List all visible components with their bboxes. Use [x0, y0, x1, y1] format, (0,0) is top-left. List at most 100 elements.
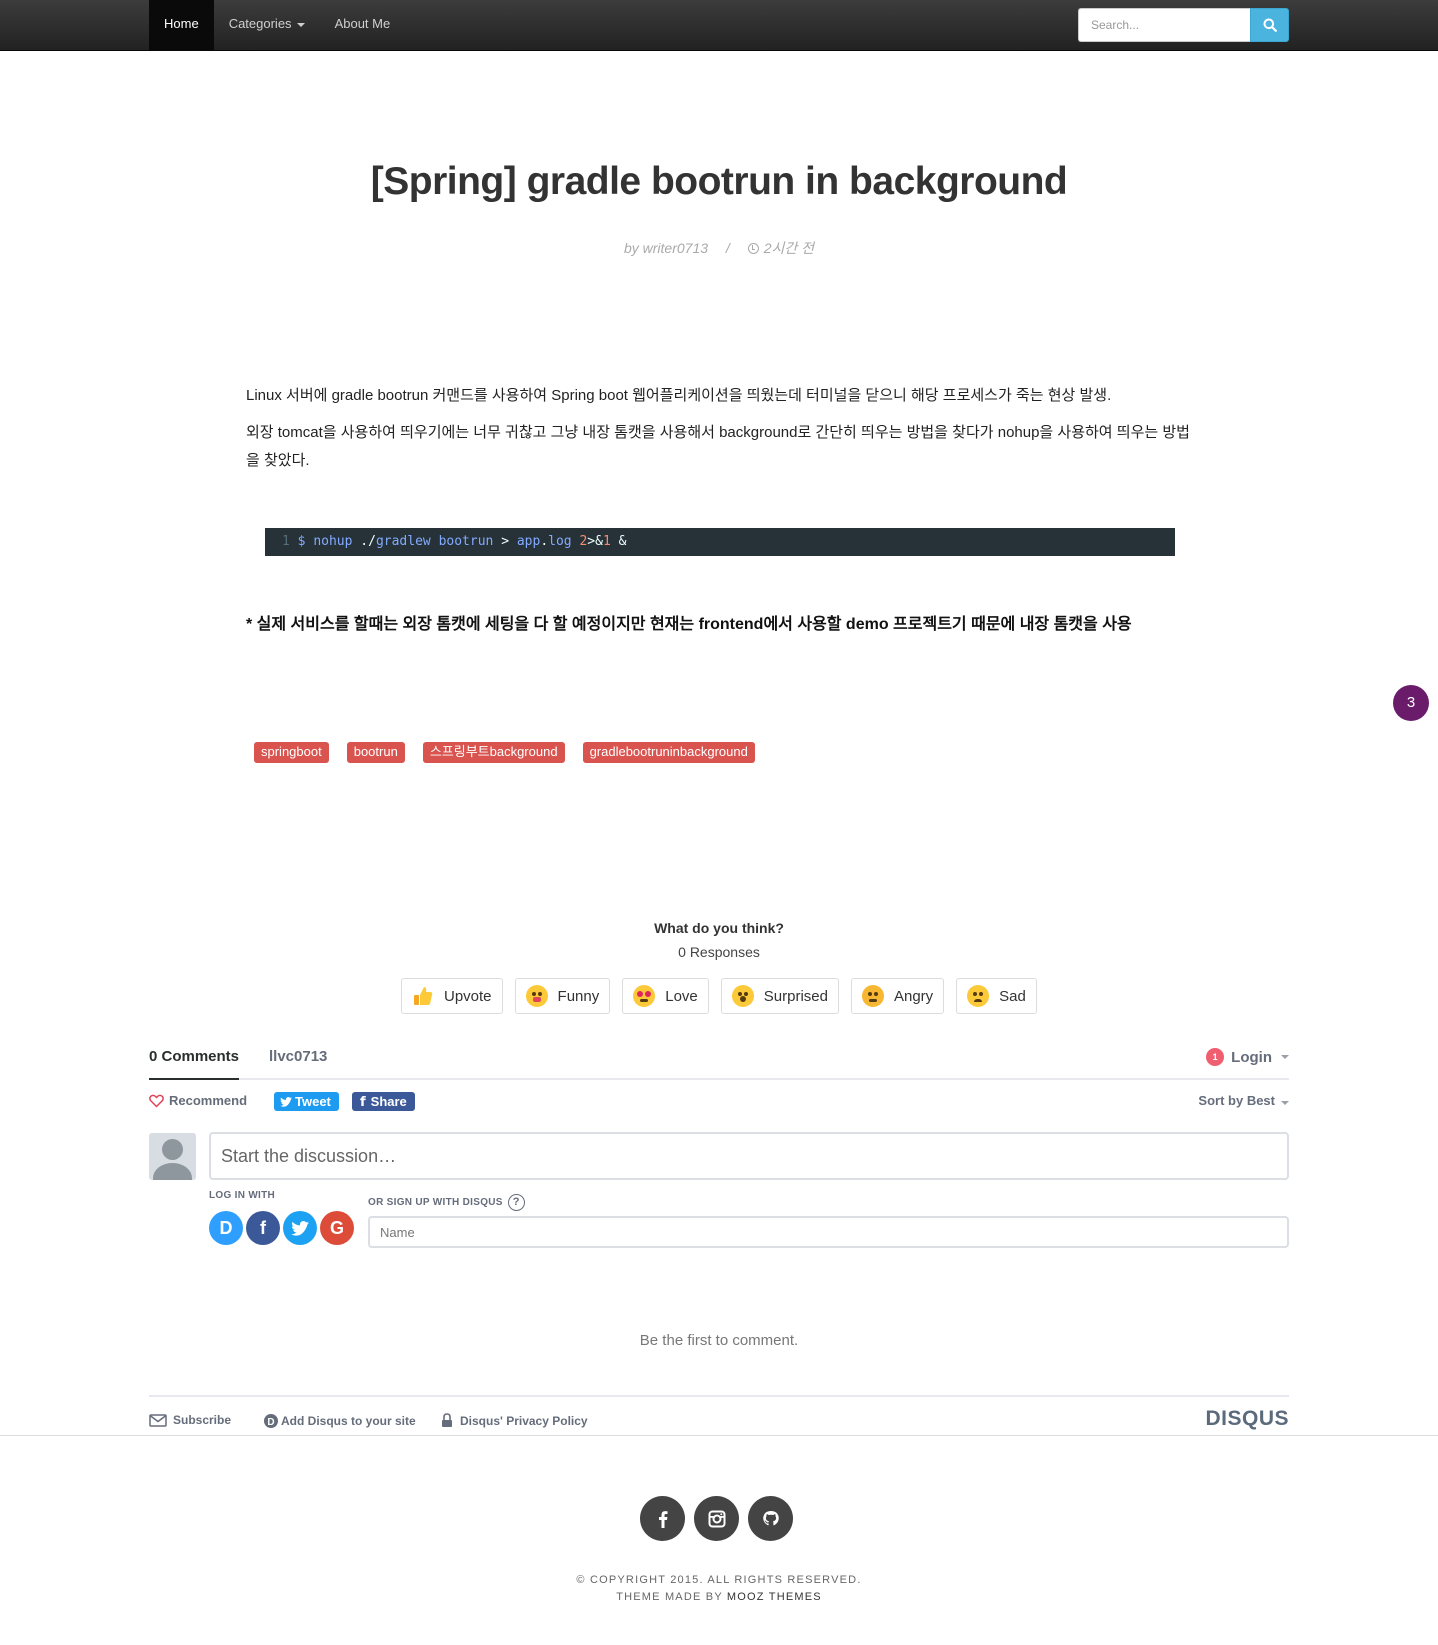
- code-token: $: [297, 534, 306, 549]
- code-token: .: [540, 534, 549, 549]
- tag-springboot[interactable]: springboot: [254, 742, 329, 763]
- floating-count-badge[interactable]: 3: [1393, 685, 1429, 721]
- chevron-down-icon: [1281, 1101, 1289, 1105]
- nav-categories-label: Categories: [228, 16, 292, 31]
- privacy-label: Disqus' Privacy Policy: [460, 1413, 588, 1428]
- add-disqus-link[interactable]: D Add Disqus to your site: [263, 1413, 416, 1429]
- lock-icon: [442, 1413, 452, 1427]
- facebook-icon: f: [260, 1217, 266, 1238]
- tongue-face-icon: [525, 985, 548, 1007]
- reactions-bar: Upvote Funny Love Surprised Angry Sad: [401, 978, 1049, 1014]
- tag-gradle-bootrun-background[interactable]: gradlebootruninbackground: [582, 742, 755, 763]
- reaction-funny[interactable]: Funny: [514, 978, 611, 1014]
- nav-home[interactable]: Home: [149, 0, 214, 50]
- chevron-down-icon: [296, 22, 305, 27]
- avatar-head: [162, 1139, 183, 1160]
- code-token: log: [548, 534, 572, 549]
- sort-menu[interactable]: Sort by Best: [1198, 1093, 1289, 1108]
- code-token: &: [618, 534, 627, 549]
- reaction-label: Funny: [557, 987, 600, 1005]
- disqus-icon: D: [219, 1217, 233, 1238]
- reaction-sad[interactable]: Sad: [956, 978, 1037, 1014]
- search-button[interactable]: [1250, 8, 1289, 42]
- search-icon: [1263, 18, 1277, 32]
- log-in-with-label: LOG IN WITH: [209, 1190, 276, 1201]
- post-title: [Spring] gradle bootrun in background: [370, 160, 1068, 203]
- code-token: >&: [587, 534, 603, 549]
- reaction-upvote[interactable]: Upvote: [401, 978, 503, 1014]
- share-label: Share: [370, 1094, 407, 1109]
- github-icon: [762, 1510, 779, 1525]
- discussion-input[interactable]: [209, 1132, 1289, 1180]
- subscribe-link[interactable]: Subscribe: [149, 1413, 231, 1427]
- twitter-icon: [280, 1097, 292, 1107]
- social-login-buttons: D f G: [209, 1211, 357, 1245]
- footer-social-links: [640, 1496, 802, 1541]
- chevron-down-icon: [1281, 1055, 1289, 1059]
- reaction-surprised[interactable]: Surprised: [720, 978, 839, 1014]
- reactions-title: What do you think?: [654, 920, 784, 936]
- footer-copyright: © COPYRIGHT 2015. ALL RIGHTS RESERVED. T…: [0, 1572, 1438, 1606]
- instagram-icon: [708, 1510, 725, 1527]
- reaction-label: Sad: [999, 987, 1026, 1005]
- facebook-icon: [658, 1510, 667, 1528]
- login-menu[interactable]: 1 Login: [1206, 1048, 1289, 1066]
- post-note: * 실제 서비스를 할때는 외장 톰캣에 세팅을 다 할 예정이지만 현재는 f…: [246, 616, 1132, 633]
- footer-github-button[interactable]: [748, 1496, 793, 1541]
- reaction-angry[interactable]: Angry: [850, 978, 945, 1014]
- code-token: >: [501, 534, 510, 549]
- facebook-login-button[interactable]: f: [246, 1211, 280, 1245]
- empty-comments-message: Be the first to comment.: [639, 1332, 799, 1349]
- theme-credit: THEME MADE BY MOOZ THEMES: [0, 1589, 1438, 1606]
- reaction-love[interactable]: Love: [622, 978, 709, 1014]
- disqus-login-button[interactable]: D: [209, 1211, 243, 1245]
- post-meta: by writer0713 / 2시간 전: [0, 238, 1438, 258]
- recommend-button[interactable]: Recommend: [149, 1093, 247, 1108]
- help-icon[interactable]: ?: [507, 1194, 525, 1211]
- search-input[interactable]: [1078, 8, 1250, 42]
- footer-facebook-button[interactable]: [640, 1496, 685, 1541]
- envelope-icon: [149, 1413, 167, 1427]
- post-paragraph: Linux 서버에 gradle bootrun 커맨드를 사용하여 Sprin…: [246, 387, 1112, 404]
- subscribe-label: Subscribe: [173, 1413, 232, 1427]
- name-field[interactable]: [368, 1216, 1289, 1248]
- twitter-login-button[interactable]: [283, 1211, 317, 1245]
- meta-separator: /: [725, 240, 730, 256]
- tab-community[interactable]: llvc0713: [269, 1048, 327, 1080]
- disqus-logo[interactable]: DISQUS: [1205, 1407, 1289, 1431]
- login-label: Login: [1231, 1048, 1272, 1066]
- tag-list: springboot bootrun 스프링부트background gradl…: [254, 742, 773, 763]
- avatar-body: [153, 1163, 192, 1180]
- twitter-icon: [291, 1220, 309, 1236]
- code-block: 1 $ nohup ./gradlew bootrun > app.log 2>…: [265, 528, 1175, 556]
- tweet-button[interactable]: Tweet: [274, 1092, 339, 1111]
- nav-categories[interactable]: Categories: [214, 0, 320, 50]
- code-token: gradlew: [375, 534, 431, 549]
- heart-eyes-icon: [633, 985, 656, 1007]
- recommend-label: Recommend: [169, 1093, 248, 1108]
- reactions-count: 0 Responses: [678, 944, 760, 960]
- add-disqus-label: Add Disqus to your site: [281, 1414, 416, 1428]
- privacy-link[interactable]: Disqus' Privacy Policy: [441, 1413, 588, 1428]
- post-author[interactable]: by writer0713: [624, 240, 708, 256]
- sign-up-with-label: OR SIGN UP WITH DISQUS ?: [368, 1194, 525, 1211]
- notification-badge: 1: [1206, 1048, 1225, 1066]
- comments-actions: Recommend Tweet f Share Sort by Best: [149, 1091, 1289, 1113]
- reaction-label: Surprised: [763, 987, 828, 1005]
- surprised-face-icon: [731, 985, 754, 1007]
- share-button[interactable]: f Share: [352, 1092, 415, 1111]
- svg-text:D: D: [267, 1417, 274, 1428]
- copyright-text: © COPYRIGHT 2015. ALL RIGHTS RESERVED.: [576, 1574, 862, 1586]
- comments-tabs: 0 Comments llvc0713 1 Login: [149, 1048, 1289, 1080]
- tag-springboot-background[interactable]: 스프링부트background: [422, 742, 565, 763]
- footer-instagram-button[interactable]: [694, 1496, 739, 1541]
- theme-author-link[interactable]: MOOZ THEMES: [727, 1591, 822, 1603]
- tab-comments[interactable]: 0 Comments: [149, 1048, 240, 1080]
- sad-face-icon: [967, 985, 990, 1007]
- google-login-button[interactable]: G: [320, 1211, 354, 1245]
- nav-about[interactable]: About Me: [320, 0, 406, 50]
- tag-bootrun[interactable]: bootrun: [346, 742, 405, 763]
- avatar: [149, 1133, 196, 1180]
- google-icon: G: [329, 1217, 344, 1238]
- reaction-label: Angry: [893, 987, 934, 1005]
